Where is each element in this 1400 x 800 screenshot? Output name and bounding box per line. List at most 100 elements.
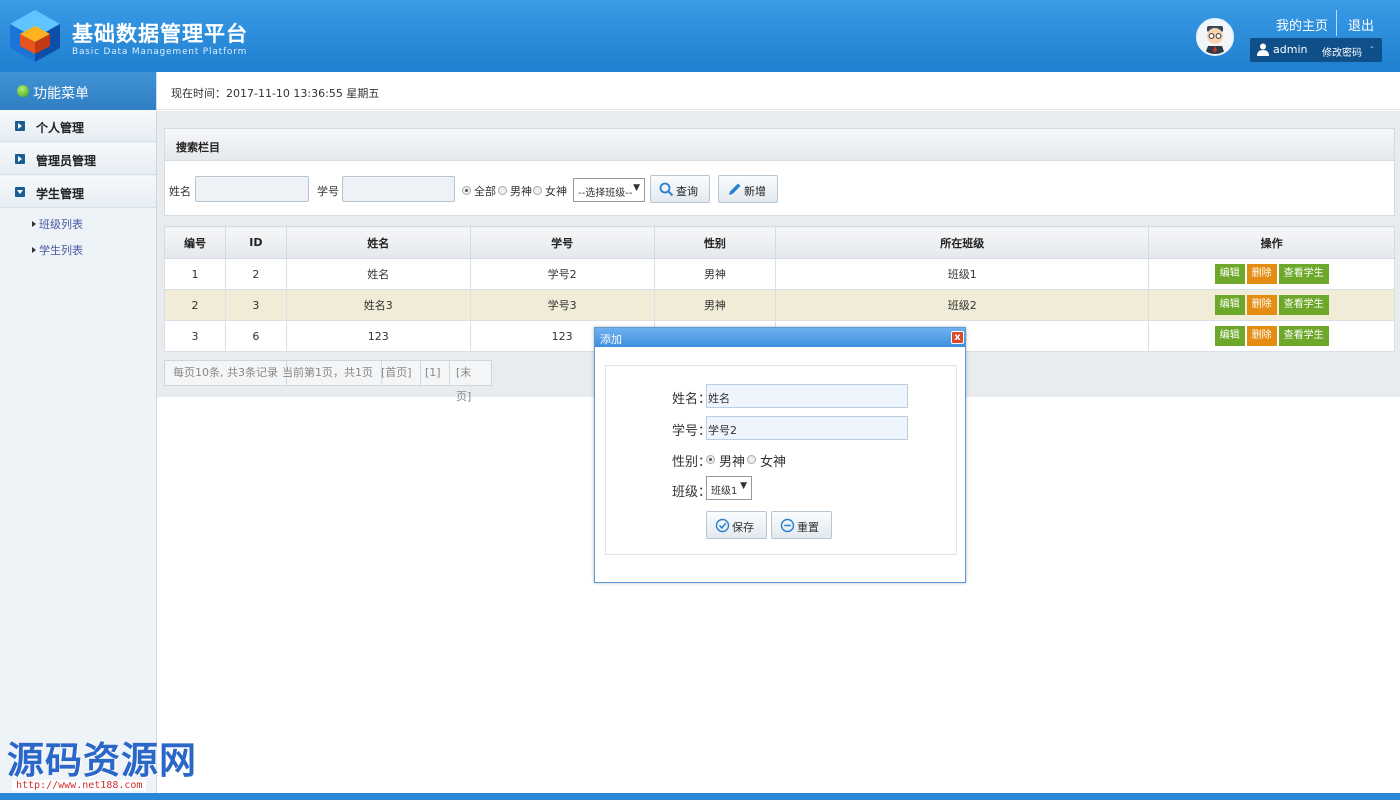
name-field-value: 姓名 [708, 392, 730, 405]
reset-button[interactable]: 重置 [771, 511, 832, 539]
user-icon [1257, 43, 1269, 56]
view-students-button[interactable]: 查看学生 [1278, 264, 1329, 284]
cell-name: 姓名3 [285, 289, 471, 321]
sidebar-item-label: 管理员管理 [36, 154, 97, 168]
cell-student-id: 学号2 [469, 258, 655, 290]
search-panel: 搜索栏目 姓名 学号 全部 男神 女神 --选择班级-- ▼ 查询 新增 [164, 128, 1395, 216]
gender-female-radio[interactable] [533, 186, 542, 195]
gender-female-radio[interactable] [747, 455, 756, 464]
reset-button-label: 重置 [797, 521, 819, 534]
sidebar-subitem-class-list[interactable]: 班级列表 [32, 216, 83, 232]
logout-link[interactable]: 退出 [1348, 15, 1374, 34]
edit-button[interactable]: 编辑 [1214, 264, 1245, 284]
sidebar-subitem-label: 班级列表 [39, 218, 83, 231]
column-header: 操作 [1148, 226, 1395, 259]
sidebar-item-personal[interactable]: 个人管理 [0, 110, 156, 142]
check-circle-icon [715, 518, 730, 533]
search-icon [659, 182, 674, 197]
cell-name: 123 [285, 320, 471, 352]
gender-male-radio[interactable] [498, 186, 507, 195]
cell-no: 3 [164, 320, 226, 352]
cell-class: 班级2 [775, 289, 1150, 321]
sidebar-header: 功能菜单 [0, 72, 156, 110]
save-button[interactable]: 保存 [706, 511, 767, 539]
cell-no: 1 [164, 258, 226, 290]
sidebar-item-label: 个人管理 [36, 121, 85, 135]
table-row: 2 3 姓名3 学号3 男神 班级2 编辑 删除 查看学生 [164, 289, 1395, 321]
column-header: 姓名 [285, 226, 471, 259]
cell-gender: 男神 [653, 289, 777, 321]
view-students-button[interactable]: 查看学生 [1278, 326, 1329, 346]
footer-bar [0, 793, 1400, 800]
app-header: 基础数据管理平台 Basic Data Management Platform … [0, 0, 1400, 72]
column-header: 性别 [653, 226, 777, 259]
gender-all-label: 全部 [474, 185, 496, 198]
dialog-titlebar[interactable]: 添加 x [595, 328, 965, 347]
gender-male-label: 男神 [719, 455, 746, 470]
name-label: 姓名 [169, 185, 191, 198]
caret-right-icon [32, 247, 36, 253]
cell-no: 2 [164, 289, 226, 321]
user-dropdown[interactable]: admin 修改密码 - [1250, 38, 1382, 62]
name-field[interactable]: 姓名 [706, 384, 908, 408]
search-panel-header: 搜索栏目 [165, 129, 1394, 161]
search-panel-title: 搜索栏目 [176, 141, 220, 154]
sidebar-header-label: 功能菜单 [33, 86, 89, 102]
pager-page-1-link[interactable]: [1] [417, 361, 450, 385]
avatar[interactable] [1196, 18, 1234, 56]
app-title: 基础数据管理平台 [72, 22, 248, 46]
cell-actions: 编辑 删除 查看学生 [1148, 258, 1395, 290]
cell-gender: 男神 [653, 258, 777, 290]
pager-summary: 每页10条, 共3条记录 [165, 361, 287, 385]
add-button[interactable]: 新增 [718, 175, 778, 203]
student-id-search-input[interactable] [342, 176, 455, 202]
sidebar-item-students[interactable]: 学生管理 [0, 176, 156, 208]
home-link[interactable]: 我的主页 [1276, 15, 1328, 34]
collapse-icon [15, 187, 25, 197]
gender-all-radio[interactable] [462, 186, 471, 195]
sidebar: 功能菜单 个人管理 管理员管理 学生管理 班级列表 学生列表 [0, 72, 157, 794]
pager-first-link[interactable]: [首页] [373, 361, 421, 385]
sidebar-item-label: 学生管理 [36, 187, 85, 201]
edit-button[interactable]: 编辑 [1214, 295, 1245, 315]
save-button-label: 保存 [732, 521, 754, 534]
dialog-title: 添加 [600, 333, 622, 346]
user-avatar-icon [1198, 20, 1232, 54]
column-header: 学号 [469, 226, 655, 259]
sidebar-item-admin[interactable]: 管理员管理 [0, 143, 156, 175]
cell-class: 班级1 [775, 258, 1150, 290]
class-field-select[interactable]: 班级1 ▼ [706, 476, 752, 500]
query-button-label: 查询 [676, 185, 698, 198]
name-search-input[interactable] [195, 176, 309, 202]
chevron-down-icon[interactable]: - [1370, 42, 1374, 53]
caret-right-icon [32, 221, 36, 227]
delete-button[interactable]: 删除 [1246, 326, 1277, 346]
gender-male-radio[interactable] [706, 455, 715, 464]
query-button[interactable]: 查询 [650, 175, 710, 203]
current-time: 现在时间：2017-11-10 13:36:55 星期五 [171, 87, 380, 100]
cell-actions: 编辑 删除 查看学生 [1148, 320, 1395, 352]
minus-circle-icon [780, 518, 795, 533]
class-select[interactable]: --选择班级-- ▼ [573, 178, 645, 202]
pencil-icon [729, 183, 741, 195]
cell-actions: 编辑 删除 查看学生 [1148, 289, 1395, 321]
change-password-link[interactable]: 修改密码 [1322, 44, 1362, 59]
pager-last-link[interactable]: [末页] [448, 361, 491, 403]
cell-student-id: 学号3 [469, 289, 655, 321]
delete-button[interactable]: 删除 [1246, 264, 1277, 284]
gender-female-label: 女神 [760, 455, 787, 470]
close-icon[interactable]: x [951, 331, 964, 344]
watermark-text: 源码资源网 [7, 738, 197, 782]
student-id-field[interactable]: 学号2 [706, 416, 908, 440]
cell-id: 2 [224, 258, 287, 290]
delete-button[interactable]: 删除 [1246, 295, 1277, 315]
table-header-row: 编号 ID 姓名 学号 性别 所在班级 操作 [164, 226, 1395, 259]
sidebar-subitem-student-list[interactable]: 学生列表 [32, 242, 83, 258]
edit-button[interactable]: 编辑 [1214, 326, 1245, 346]
chevron-down-icon: ▼ [740, 481, 747, 491]
watermark-url: http://www.net188.com [12, 780, 147, 791]
table-row: 1 2 姓名 学号2 男神 班级1 编辑 删除 查看学生 [164, 258, 1395, 290]
add-button-label: 新增 [744, 185, 766, 198]
view-students-button[interactable]: 查看学生 [1278, 295, 1329, 315]
add-student-dialog: 添加 x 姓名： 姓名 学号： 学号2 性别： 男神 女神 班级： 班级1 ▼ … [594, 327, 966, 583]
